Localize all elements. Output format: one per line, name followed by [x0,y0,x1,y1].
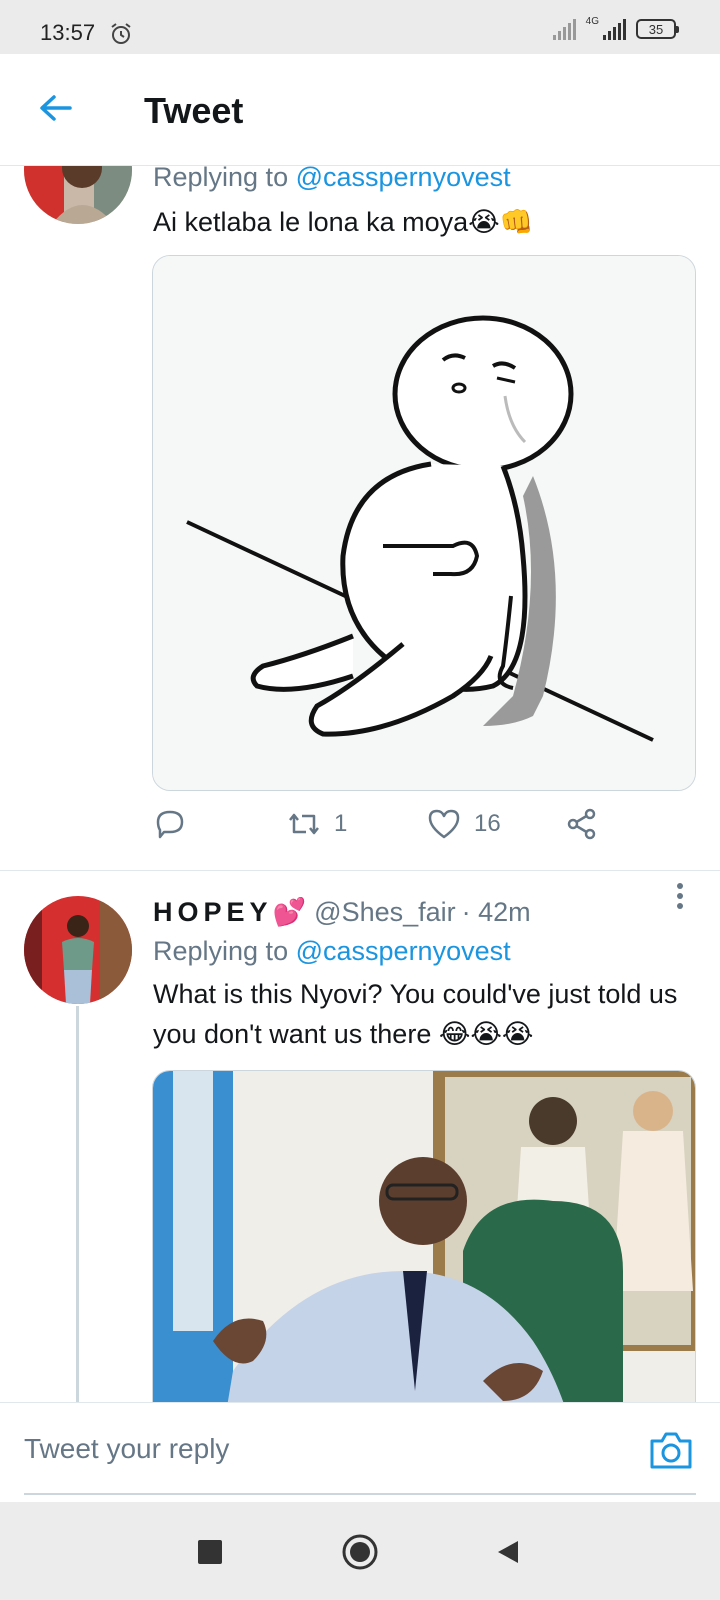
alarm-icon [111,23,131,44]
divider [0,870,720,871]
network-label: 4G [585,15,599,27]
share-icon [567,808,596,840]
battery-icon: 35 [636,19,679,39]
replying-to-label: Replying to [153,166,289,192]
like-button[interactable]: 16 [426,806,501,842]
app-header: Tweet [0,54,720,166]
page-title: Tweet [144,90,244,131]
reply-bar [0,1402,720,1502]
status-indicators: 4G 35 [552,15,679,40]
more-icon[interactable] [670,878,690,914]
nav-recents-button[interactable] [190,1532,230,1572]
retweet-icon [289,813,319,835]
mention-link[interactable]: @casspernyovest [296,166,511,192]
replying-to: Replying to @casspernyovest [153,166,511,193]
retweet-count: 1 [334,810,348,837]
signal-icon-primary [603,18,626,40]
reply-button[interactable] [152,806,188,842]
camera-icon[interactable] [648,1429,694,1471]
battery-level: 35 [648,21,664,37]
nav-recents-icon [198,1540,222,1564]
nav-back-icon [498,1541,518,1563]
avatar[interactable] [24,166,132,224]
reply-icon [156,810,184,839]
avatar[interactable] [24,896,132,1004]
reply-input[interactable] [24,1427,584,1471]
signal-icon [552,18,576,40]
nav-back-button[interactable] [488,1532,528,1572]
replying-to-label: Replying to [153,936,289,966]
back-arrow-icon[interactable] [36,88,76,128]
nav-home-icon [342,1534,378,1570]
tweet-image[interactable] [152,255,696,791]
tweet-actions: 1 16 [152,806,672,856]
mention-link[interactable]: @casspernyovest [296,936,511,966]
tweet-image[interactable] [152,1070,696,1402]
like-count: 16 [474,810,501,837]
share-button[interactable] [564,806,600,842]
like-icon [428,809,460,839]
tweet-thread[interactable]: Replying to @casspernyovest Ai ketlaba l… [0,166,720,1402]
tweet-time: · 42m [461,896,531,927]
tweet-text: Ai ketlaba le lona ka moya😭👊 [153,207,534,237]
user-handle[interactable]: @Shes_fair [314,897,455,928]
display-name[interactable]: HOPEY [153,897,273,928]
reply-underline [24,1493,696,1495]
name-emoji: 💕 [272,897,307,927]
system-nav-bar [0,1502,720,1600]
tweet-text: What is this Nyovi? You could've just to… [153,979,678,1049]
replying-to: Replying to @casspernyovest [153,936,511,967]
thread-line [76,1006,79,1402]
status-time: 13:57 [40,20,96,45]
status-bar: 13:57 4G 35 [0,0,720,54]
nav-home-button[interactable] [340,1532,380,1572]
tweet-header: HOPEY 💕 @Shes_fair · 42m [153,896,531,928]
retweet-button[interactable]: 1 [286,806,347,842]
